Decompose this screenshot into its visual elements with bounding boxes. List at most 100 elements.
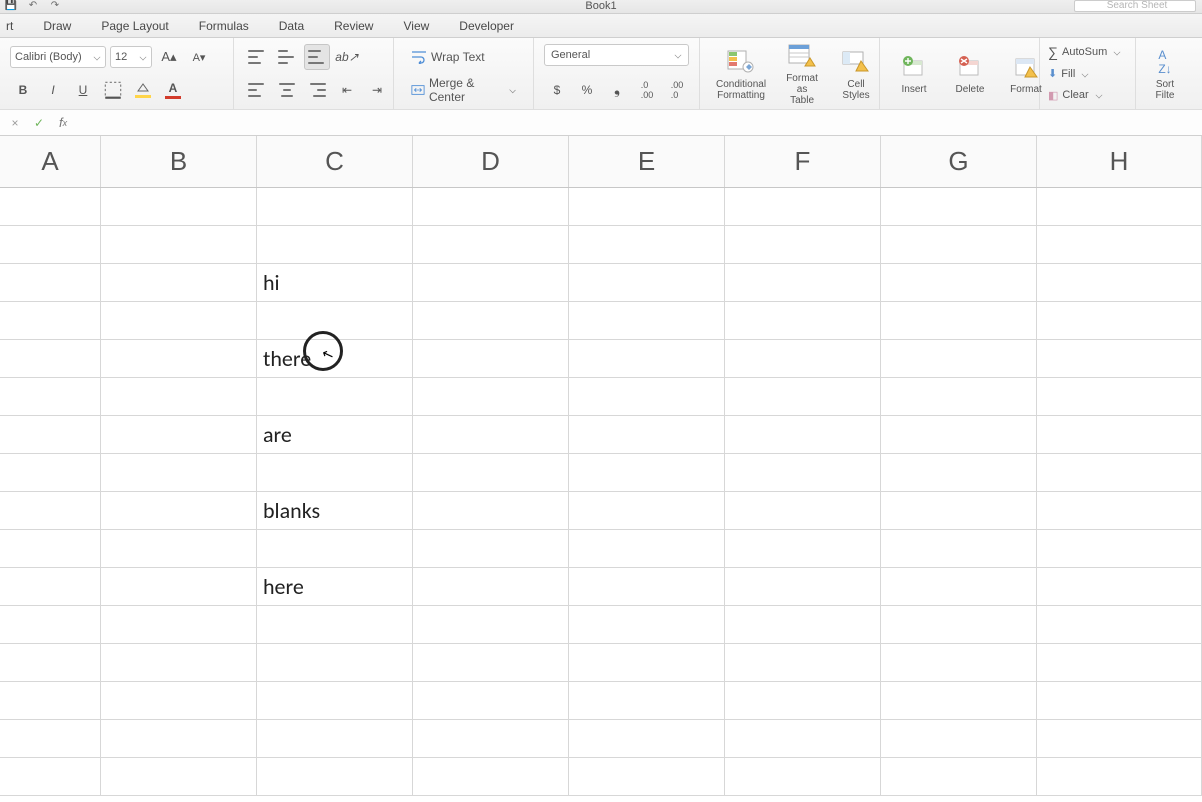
cell-B11[interactable] [101, 568, 257, 605]
cell-C10[interactable] [257, 530, 413, 567]
autosum-button[interactable]: ∑AutoSum [1048, 42, 1127, 62]
bold-button[interactable]: B [10, 77, 36, 103]
cell-F15[interactable] [725, 720, 881, 757]
cell-H3[interactable] [1037, 264, 1202, 301]
cell-G4[interactable] [881, 302, 1037, 339]
cell-C12[interactable] [257, 606, 413, 643]
cell-H5[interactable] [1037, 340, 1202, 377]
cell-D15[interactable] [413, 720, 569, 757]
cell-H16[interactable] [1037, 758, 1202, 795]
col-header-D[interactable]: D [413, 136, 569, 187]
undo-icon[interactable]: ↶ [26, 0, 40, 12]
cell-D5[interactable] [413, 340, 569, 377]
cell-D16[interactable] [413, 758, 569, 795]
cell-E1[interactable] [569, 188, 725, 225]
decrease-font-icon[interactable]: A▾ [186, 44, 212, 70]
tab-formulas[interactable]: Formulas [189, 14, 259, 38]
cell-C16[interactable] [257, 758, 413, 795]
cell-C6[interactable] [257, 378, 413, 415]
redo-icon[interactable]: ↷ [48, 0, 62, 12]
cell-C14[interactable] [257, 682, 413, 719]
cell-E7[interactable] [569, 416, 725, 453]
cell-B6[interactable] [101, 378, 257, 415]
increase-decimal-icon[interactable]: .0.00 [634, 77, 660, 103]
cell-A13[interactable] [0, 644, 101, 681]
align-middle-icon[interactable] [274, 44, 300, 70]
tab-cut-left[interactable]: rt [6, 14, 23, 38]
cell-F2[interactable] [725, 226, 881, 263]
cell-G12[interactable] [881, 606, 1037, 643]
cell-E14[interactable] [569, 682, 725, 719]
cell-H11[interactable] [1037, 568, 1202, 605]
col-header-C[interactable]: C [257, 136, 413, 187]
cell-G2[interactable] [881, 226, 1037, 263]
cell-B4[interactable] [101, 302, 257, 339]
cell-G11[interactable] [881, 568, 1037, 605]
cell-B8[interactable] [101, 454, 257, 491]
cell-F4[interactable] [725, 302, 881, 339]
cell-E11[interactable] [569, 568, 725, 605]
cell-F3[interactable] [725, 264, 881, 301]
cell-E6[interactable] [569, 378, 725, 415]
currency-icon[interactable]: $ [544, 77, 570, 103]
cell-B16[interactable] [101, 758, 257, 795]
cell-B7[interactable] [101, 416, 257, 453]
cell-H15[interactable] [1037, 720, 1202, 757]
align-center-icon[interactable] [274, 77, 300, 103]
col-header-E[interactable]: E [569, 136, 725, 187]
wrap-text-button[interactable]: Wrap Text [404, 44, 492, 70]
underline-button[interactable]: U [70, 77, 96, 103]
cell-G15[interactable] [881, 720, 1037, 757]
cell-A12[interactable] [0, 606, 101, 643]
increase-indent-icon[interactable]: ⇥ [364, 77, 390, 103]
cell-G6[interactable] [881, 378, 1037, 415]
column-headers[interactable]: A B C D E F G H [0, 136, 1202, 188]
percent-icon[interactable]: % [574, 77, 600, 103]
cell-D9[interactable] [413, 492, 569, 529]
cell-E12[interactable] [569, 606, 725, 643]
cell-B5[interactable] [101, 340, 257, 377]
cell-E16[interactable] [569, 758, 725, 795]
cell-H10[interactable] [1037, 530, 1202, 567]
cell-A9[interactable] [0, 492, 101, 529]
cell-H6[interactable] [1037, 378, 1202, 415]
cell-G10[interactable] [881, 530, 1037, 567]
cell-H14[interactable] [1037, 682, 1202, 719]
col-header-H[interactable]: H [1037, 136, 1202, 187]
cell-F1[interactable] [725, 188, 881, 225]
align-top-icon[interactable] [244, 44, 270, 70]
cell-A10[interactable] [0, 530, 101, 567]
cell-G9[interactable] [881, 492, 1037, 529]
col-header-B[interactable]: B [101, 136, 257, 187]
align-right-icon[interactable] [304, 77, 330, 103]
cell-H12[interactable] [1037, 606, 1202, 643]
cell-C1[interactable] [257, 188, 413, 225]
cell-B13[interactable] [101, 644, 257, 681]
cell-F9[interactable] [725, 492, 881, 529]
cell-E8[interactable] [569, 454, 725, 491]
cell-A15[interactable] [0, 720, 101, 757]
decrease-indent-icon[interactable]: ⇤ [334, 77, 360, 103]
col-header-F[interactable]: F [725, 136, 881, 187]
font-name-select[interactable]: Calibri (Body) [10, 46, 106, 68]
tab-view[interactable]: View [393, 14, 439, 38]
cancel-icon[interactable]: × [8, 116, 22, 130]
fill-color-button[interactable] [130, 77, 156, 103]
cell-F10[interactable] [725, 530, 881, 567]
cell-D7[interactable] [413, 416, 569, 453]
cell-E15[interactable] [569, 720, 725, 757]
cell-H1[interactable] [1037, 188, 1202, 225]
save-qat-icon[interactable]: 💾 [4, 0, 18, 12]
orientation-icon[interactable]: ab↗ [334, 44, 360, 70]
fx-icon[interactable]: fx [56, 116, 70, 130]
clear-button[interactable]: ◧Clear [1048, 85, 1127, 105]
tab-developer[interactable]: Developer [449, 14, 524, 38]
cell-B1[interactable] [101, 188, 257, 225]
cell-F5[interactable] [725, 340, 881, 377]
cell-B12[interactable] [101, 606, 257, 643]
cell-G8[interactable] [881, 454, 1037, 491]
italic-button[interactable]: I [40, 77, 66, 103]
cell-F13[interactable] [725, 644, 881, 681]
cell-F11[interactable] [725, 568, 881, 605]
cell-A3[interactable] [0, 264, 101, 301]
